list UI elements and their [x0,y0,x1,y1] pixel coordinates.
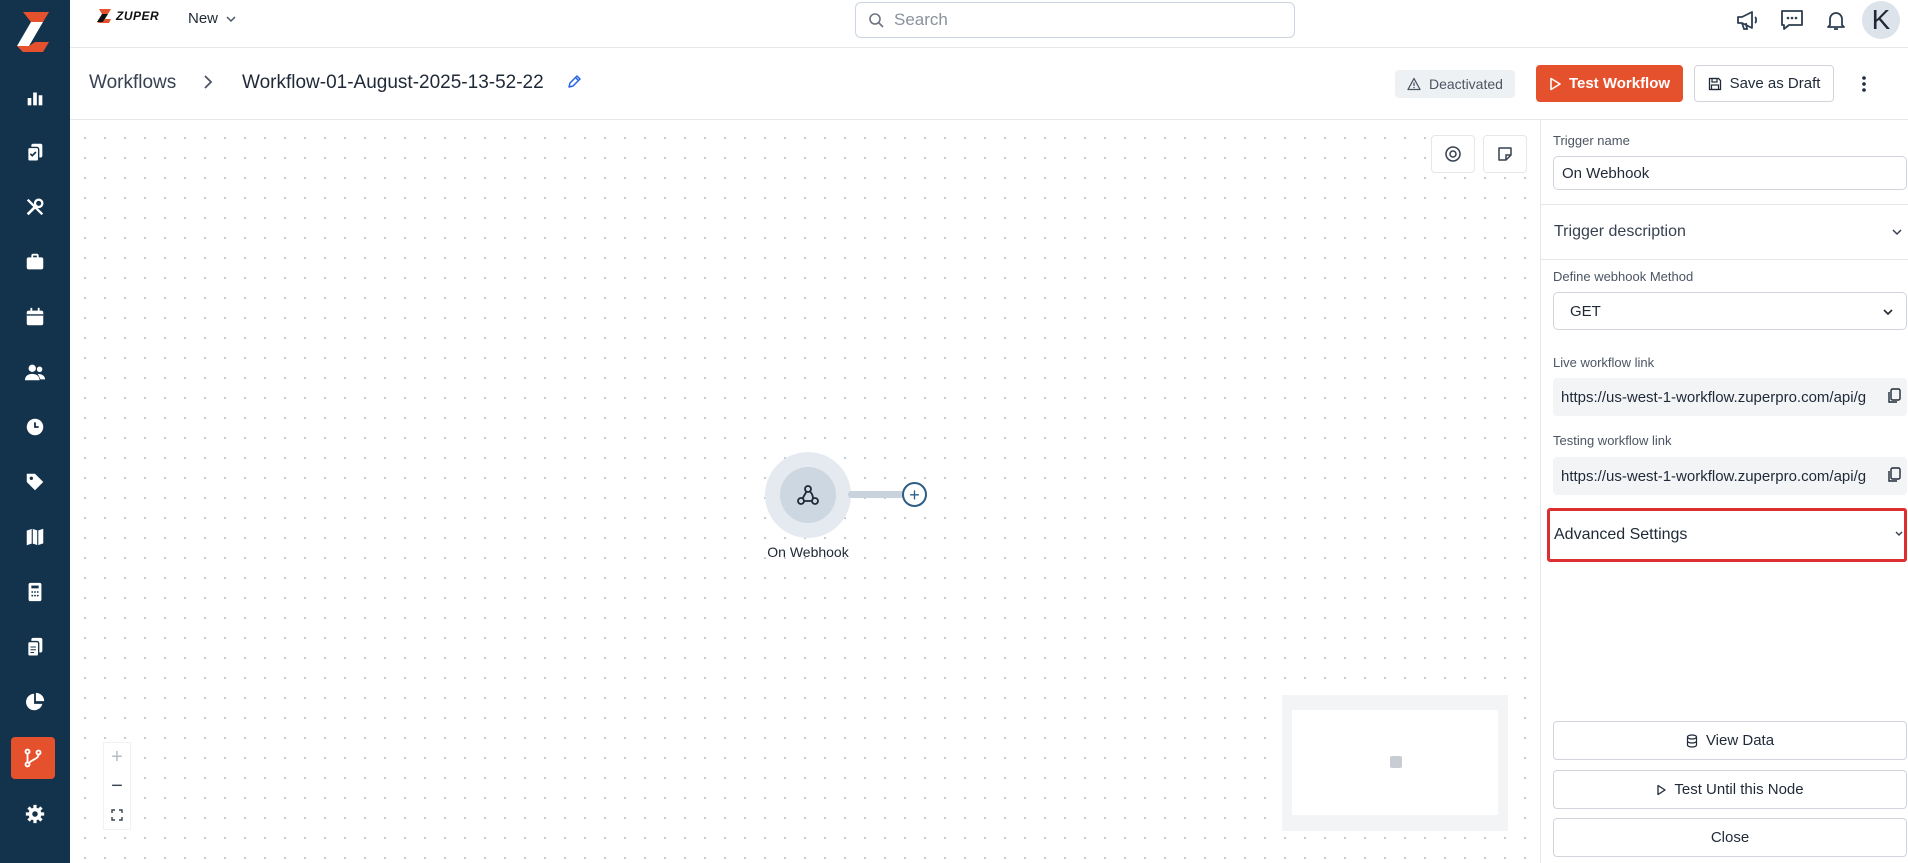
nav-schedule-calendar-icon[interactable] [0,295,70,339]
nav-invoices-calculator-icon[interactable] [0,570,70,614]
brand-logo[interactable]: ZUPER [96,8,159,24]
view-data-button[interactable]: View Data [1553,721,1907,760]
live-link-value: https://us-west-1-workflow.zuperpro.com/… [1561,388,1867,406]
testing-link-label: Testing workflow link [1553,433,1672,448]
chevron-down-icon [1892,229,1902,236]
status-badge: Deactivated [1395,70,1515,98]
close-button[interactable]: Close [1553,818,1907,857]
canvas-tool-target-icon[interactable] [1431,135,1475,173]
workflow-header: Workflows Workflow-01-August-2025-13-52-… [70,48,1908,120]
nav-projects-briefcase-icon[interactable] [0,240,70,284]
save-as-draft-label: Save as Draft [1729,75,1821,92]
node-icon-container [780,467,836,523]
trigger-description-accordion[interactable]: Trigger description [1541,204,1908,260]
canvas-minimap[interactable] [1282,695,1508,831]
webhook-method-select[interactable]: GET [1553,292,1907,330]
nav-service-tools-icon[interactable] [0,185,70,229]
minimap-viewport [1292,710,1498,815]
nav-documents-icon[interactable] [0,625,70,669]
nav-timesheets-clock-icon[interactable] [0,405,70,449]
trigger-description-label: Trigger description [1554,223,1686,240]
advanced-settings-label: Advanced Settings [1554,526,1688,543]
live-workflow-link-field: https://us-west-1-workflow.zuperpro.com/… [1553,378,1907,416]
nav-pricing-tag-icon[interactable] [0,460,70,504]
node-connector-line [848,491,904,498]
breadcrumb-separator-chevron-right-icon [202,70,214,96]
chevron-down-icon [226,15,236,22]
testing-link-value: https://us-west-1-workflow.zuperpro.com/… [1561,467,1867,485]
sticky-note-icon[interactable] [1483,135,1527,173]
workflow-canvas[interactable]: + On Webhook + − [70,120,1540,863]
method-label: Define webhook Method [1553,269,1694,284]
node-label: On Webhook [767,544,849,560]
testing-workflow-link-field: https://us-west-1-workflow.zuperpro.com/… [1553,457,1907,495]
nav-reports-pie-chart-icon[interactable] [0,680,70,724]
top-actions: K [1726,0,1908,40]
add-node-plus-icon[interactable]: + [902,482,927,507]
fit-view-icon[interactable] [104,800,130,829]
brand-name: ZUPER [116,9,160,23]
new-dropdown-button[interactable]: New [188,10,236,27]
trigger-name-label: Trigger name [1553,133,1630,148]
chevron-down-icon [1895,531,1903,536]
method-value: GET [1570,302,1601,320]
copy-testing-link-icon[interactable] [1887,467,1901,487]
left-nav-rail [0,0,70,863]
play-icon [1657,784,1667,795]
announcements-megaphone-icon[interactable] [1726,0,1770,40]
database-icon [1686,733,1698,748]
search-icon [869,13,884,28]
user-avatar[interactable]: K [1862,1,1900,39]
webhook-icon [797,485,819,505]
more-options-kebab-icon[interactable] [1856,72,1872,96]
nav-customers-users-icon[interactable] [0,350,70,394]
play-icon [1550,77,1561,90]
nav-jobs-clipboard-icon[interactable] [0,130,70,174]
test-until-node-button[interactable]: Test Until this Node [1553,770,1907,809]
save-floppy-icon [1708,77,1721,90]
edit-name-pencil-icon[interactable] [566,74,582,95]
test-until-node-label: Test Until this Node [1674,781,1804,798]
zuper-logo-icon[interactable] [13,8,53,54]
warning-triangle-icon [1407,77,1421,91]
zoom-in-button[interactable]: + [104,743,130,772]
top-bar: ZUPER New K [70,0,1908,48]
view-data-label: View Data [1705,732,1775,749]
minimap-node [1390,756,1402,768]
nav-dashboard-bar-chart-icon[interactable] [0,76,70,120]
chevron-down-icon [1883,309,1893,316]
trigger-name-input[interactable]: On Webhook [1553,156,1907,190]
zoom-out-button[interactable]: − [104,772,130,801]
new-label: New [188,10,219,27]
trigger-settings-panel: Trigger name On Webhook Trigger descript… [1540,120,1908,863]
test-workflow-button[interactable]: Test Workflow [1536,65,1683,102]
nav-maps-map-icon[interactable] [0,515,70,559]
zoom-controls: + − [103,742,131,830]
status-text: Deactivated [1429,76,1503,92]
nav-settings-gear-icon[interactable] [0,792,70,836]
copy-live-link-icon[interactable] [1887,388,1901,408]
breadcrumb-workflows-link[interactable]: Workflows [89,72,176,94]
live-link-label: Live workflow link [1553,355,1655,370]
save-as-draft-button[interactable]: Save as Draft [1694,65,1834,102]
notifications-bell-icon[interactable] [1814,0,1858,40]
brand-mark-icon [97,9,111,23]
advanced-settings-accordion[interactable]: Advanced Settings [1547,508,1907,562]
test-workflow-label: Test Workflow [1568,75,1671,92]
canvas-toolbar [1431,135,1527,173]
chat-icon[interactable] [1770,0,1814,40]
workflow-name-title: Workflow-01-August-2025-13-52-22 [242,72,544,93]
close-label: Close [1710,829,1750,846]
search-bar[interactable] [855,2,1295,38]
search-input[interactable] [894,10,1274,30]
nav-workflows-workflow-icon[interactable] [11,737,55,779]
workflow-node-on-webhook[interactable] [765,452,851,538]
